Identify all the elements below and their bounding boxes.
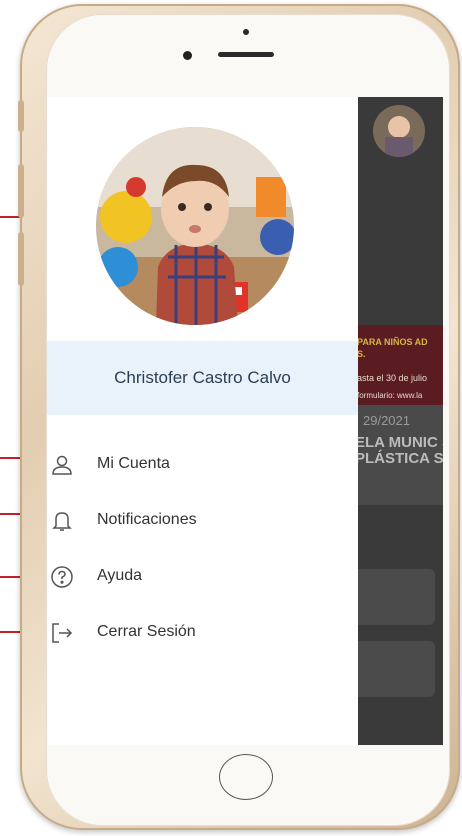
menu-item-cerrar-sesion[interactable]: Cerrar Sesión [47, 609, 358, 657]
menu-label-mi-cuenta: Mi Cuenta [97, 455, 170, 472]
menu-label-ayuda: Ayuda [97, 567, 143, 584]
profile-name-bar: Christofer Castro Calvo [47, 341, 358, 415]
menu-item-mi-cuenta[interactable]: Mi Cuenta [47, 441, 358, 489]
front-sensor [243, 29, 249, 35]
profile-photo[interactable] [96, 127, 294, 325]
menu-label-cerrar-sesion: Cerrar Sesión [97, 623, 196, 640]
menu-item-ayuda[interactable]: Ayuda [47, 553, 358, 601]
banner-line-4: formulario: www.la [357, 391, 423, 400]
help-icon [50, 565, 74, 589]
banner-line-1: PARA NIÑOS AD [357, 337, 428, 347]
user-icon [50, 453, 74, 477]
earpiece [218, 52, 274, 57]
phone-volume-down [18, 232, 24, 286]
bell-icon [50, 509, 74, 533]
menu-label-notificaciones: Notificaciones [97, 511, 197, 528]
phone-volume-up [18, 164, 24, 218]
background-banner[interactable]: PARA NIÑOS AD S. asta el 30 de julio for… [347, 325, 443, 405]
navigation-drawer: Christofer Castro Calvo Mi Cuenta Notifi… [47, 97, 358, 745]
home-button[interactable] [219, 754, 273, 800]
banner-line-3: asta el 30 de julio [357, 373, 428, 383]
phone-screen: PARA NIÑOS AD S. asta el 30 de julio for… [47, 97, 443, 745]
background-box-1[interactable] [353, 569, 435, 625]
banner-line-2: S. [357, 349, 366, 359]
profile-name: Christofer Castro Calvo [114, 368, 291, 387]
background-avatar[interactable] [373, 105, 425, 157]
phone-side-button [18, 100, 24, 132]
background-card[interactable]: 29/2021 ELA MUNIC S PLÁSTICA S [347, 405, 443, 505]
logout-icon [50, 621, 74, 645]
background-title: ELA MUNIC S PLÁSTICA S [355, 434, 443, 467]
front-camera [183, 51, 192, 60]
background-box-2[interactable] [353, 641, 435, 697]
menu-item-notificaciones[interactable]: Notificaciones [47, 497, 358, 545]
background-date: 29/2021 [363, 413, 410, 428]
